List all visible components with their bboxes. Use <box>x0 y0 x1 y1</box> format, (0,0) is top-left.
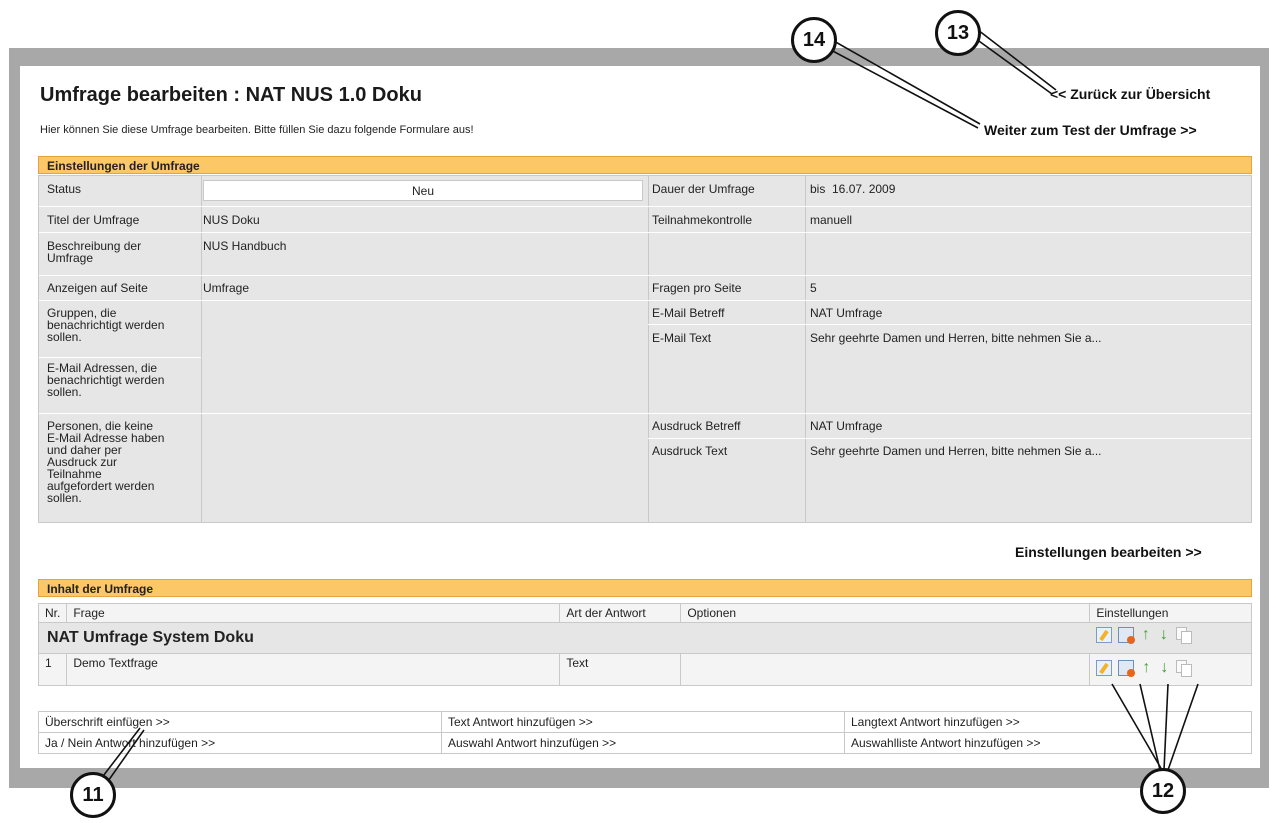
callout-14: 14 <box>791 17 837 63</box>
callout-11: 11 <box>70 772 116 818</box>
callout-13: 13 <box>935 10 981 56</box>
callout-12: 12 <box>1140 768 1186 814</box>
callout-lines <box>99 29 1199 785</box>
